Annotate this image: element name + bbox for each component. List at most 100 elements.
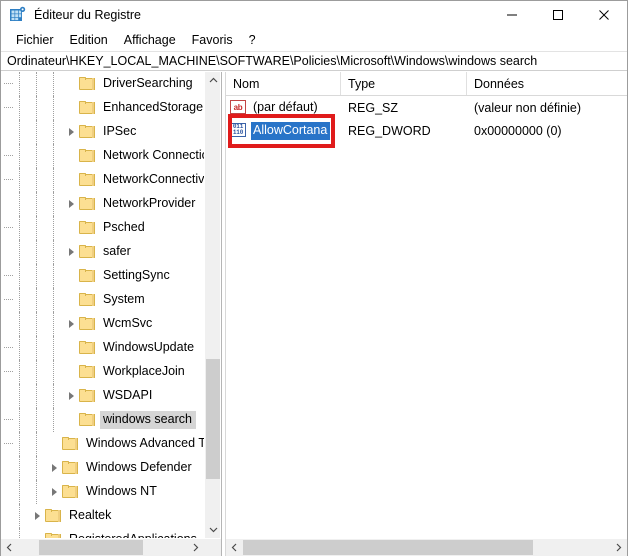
chevron-right-icon[interactable] xyxy=(28,504,45,528)
tree-node-label: IPSec xyxy=(103,124,137,138)
tree-node-label: WcmSvc xyxy=(103,316,153,330)
tree-vertical-scrollbar[interactable] xyxy=(204,72,220,538)
chevron-right-icon[interactable] xyxy=(62,312,79,336)
dword-value-icon: 011 110 xyxy=(230,123,247,138)
tree-guide-line xyxy=(19,120,21,144)
scroll-left-icon[interactable] xyxy=(1,539,18,556)
tree-guide-line xyxy=(36,384,38,408)
menu-item-favoris[interactable]: Favoris xyxy=(184,31,241,49)
tree-node-label: WSDAPI xyxy=(103,388,153,402)
tree-node-label: safer xyxy=(103,244,131,258)
list-scroll-left-icon[interactable] xyxy=(226,539,243,556)
tree-node-windows-advanced-th[interactable]: Windows Advanced Th xyxy=(1,432,204,456)
registry-values-pane: Nom Type Données ab (par défaut) REG_SZ (va… xyxy=(226,72,627,556)
folder-icon xyxy=(79,389,95,403)
registry-editor-window: Éditeur du Registre Fichier Edition Affi… xyxy=(0,0,628,556)
tree-guide-line xyxy=(53,168,55,192)
tree-node-realtek[interactable]: Realtek xyxy=(1,504,204,528)
column-header-donnees[interactable]: Données xyxy=(467,72,627,95)
value-type-cell: REG_DWORD xyxy=(348,123,431,138)
tree-node-ipsec[interactable]: IPSec xyxy=(1,120,204,144)
scroll-up-icon[interactable] xyxy=(205,72,221,89)
registry-editor-icon xyxy=(9,6,27,24)
folder-icon xyxy=(79,221,95,235)
tree-guide-line xyxy=(36,456,38,480)
list-horizontal-scrollbar[interactable] xyxy=(226,539,627,556)
address-bar[interactable]: Ordinateur\HKEY_LOCAL_MACHINE\SOFTWARE\P… xyxy=(1,51,627,71)
tree-node-psched[interactable]: Psched xyxy=(1,216,204,240)
chevron-right-icon[interactable] xyxy=(62,192,79,216)
tree-node-label: NetworkConnectivi xyxy=(103,172,204,186)
tree-guide-line xyxy=(36,312,38,336)
menu-item-affichage[interactable]: Affichage xyxy=(116,31,184,49)
tree-indent-spacer xyxy=(1,456,45,480)
tree-node-windowsupdate[interactable]: WindowsUpdate xyxy=(1,336,204,360)
tree-scroll-thumb[interactable] xyxy=(206,359,220,479)
tree-guide-line xyxy=(19,240,21,264)
column-header-nom[interactable]: Nom xyxy=(226,72,341,95)
tree-node-networkprovider[interactable]: NetworkProvider xyxy=(1,192,204,216)
chevron-right-icon[interactable] xyxy=(45,480,62,504)
tree-node-label: EnhancedStorageDe xyxy=(103,100,204,114)
tree-guide-line xyxy=(19,192,21,216)
tree-node-enhancedstoragede[interactable]: EnhancedStorageDe xyxy=(1,96,204,120)
tree-guide-line xyxy=(19,216,21,240)
tree-guide-line xyxy=(19,480,21,504)
tree-hscroll-thumb[interactable] xyxy=(39,540,143,555)
tree-node-wsdapi[interactable]: WSDAPI xyxy=(1,384,204,408)
list-scroll-right-icon[interactable] xyxy=(610,539,627,556)
menu-item-edition[interactable]: Edition xyxy=(62,31,116,49)
tree-horizontal-scrollbar[interactable] xyxy=(1,539,221,556)
tree-node-network-connectio[interactable]: Network Connectio xyxy=(1,144,204,168)
scroll-right-icon[interactable] xyxy=(187,539,204,556)
tree-guide-line xyxy=(36,288,38,312)
chevron-right-icon[interactable] xyxy=(62,384,79,408)
registry-tree[interactable]: DriverSearching EnhancedStorageDe IPSec Net… xyxy=(1,72,204,538)
registry-value-row[interactable]: ab (par défaut) REG_SZ (valeur non définie) xyxy=(226,96,627,119)
tree-guide-line xyxy=(36,168,38,192)
tree-node-windows-defender[interactable]: Windows Defender xyxy=(1,456,204,480)
list-hscroll-thumb[interactable] xyxy=(243,540,533,555)
tree-node-driversearching[interactable]: DriverSearching xyxy=(1,72,204,96)
registry-value-row[interactable]: 011 110 AllowCortana REG_DWORD 0x00000000 (0… xyxy=(226,119,627,142)
tree-guide-line xyxy=(53,360,55,384)
tree-guide-line xyxy=(53,408,55,432)
tree-node-safer[interactable]: safer xyxy=(1,240,204,264)
column-header-type[interactable]: Type xyxy=(341,72,467,95)
minimize-button[interactable] xyxy=(489,1,535,29)
tree-guide-line xyxy=(53,72,55,96)
tree-node-system[interactable]: System xyxy=(1,288,204,312)
tree-node-label: windows search xyxy=(100,411,196,429)
tree-elbow-connector xyxy=(4,264,79,288)
tree-guide-line xyxy=(19,456,21,480)
folder-icon xyxy=(79,149,95,163)
chevron-right-icon[interactable] xyxy=(62,240,79,264)
tree-guide-line xyxy=(36,120,38,144)
folder-icon xyxy=(79,341,95,355)
menu-item-fichier[interactable]: Fichier xyxy=(8,31,62,49)
tree-indent-spacer xyxy=(1,504,28,528)
tree-guide-line xyxy=(53,264,55,288)
tree-node-label: DriverSearching xyxy=(103,76,193,90)
tree-node-windows-search[interactable]: windows search xyxy=(1,408,204,432)
maximize-button[interactable] xyxy=(535,1,581,29)
chevron-right-icon[interactable] xyxy=(45,456,62,480)
tree-elbow-connector xyxy=(4,168,79,192)
scroll-down-icon[interactable] xyxy=(205,521,221,538)
tree-node-wcmsvc[interactable]: WcmSvc xyxy=(1,312,204,336)
tree-node-workplacejoin[interactable]: WorkplaceJoin xyxy=(1,360,204,384)
tree-guide-line xyxy=(19,432,21,456)
folder-icon xyxy=(79,245,95,259)
folder-icon xyxy=(62,461,78,475)
chevron-right-icon[interactable] xyxy=(62,120,79,144)
tree-node-settingsync[interactable]: SettingSync xyxy=(1,264,204,288)
registry-values-list[interactable]: ab (par défaut) REG_SZ (valeur non définie)… xyxy=(226,96,627,539)
close-button[interactable] xyxy=(581,1,627,29)
tree-guide-line xyxy=(19,312,21,336)
tree-node-networkconnectivi[interactable]: NetworkConnectivi xyxy=(1,168,204,192)
menu-item-help[interactable]: ? xyxy=(241,31,264,49)
tree-node-registeredapplications[interactable]: RegisteredApplications xyxy=(1,528,204,538)
tree-guide-line xyxy=(53,336,55,360)
window-controls xyxy=(489,1,627,29)
tree-node-windows-nt[interactable]: Windows NT xyxy=(1,480,204,504)
